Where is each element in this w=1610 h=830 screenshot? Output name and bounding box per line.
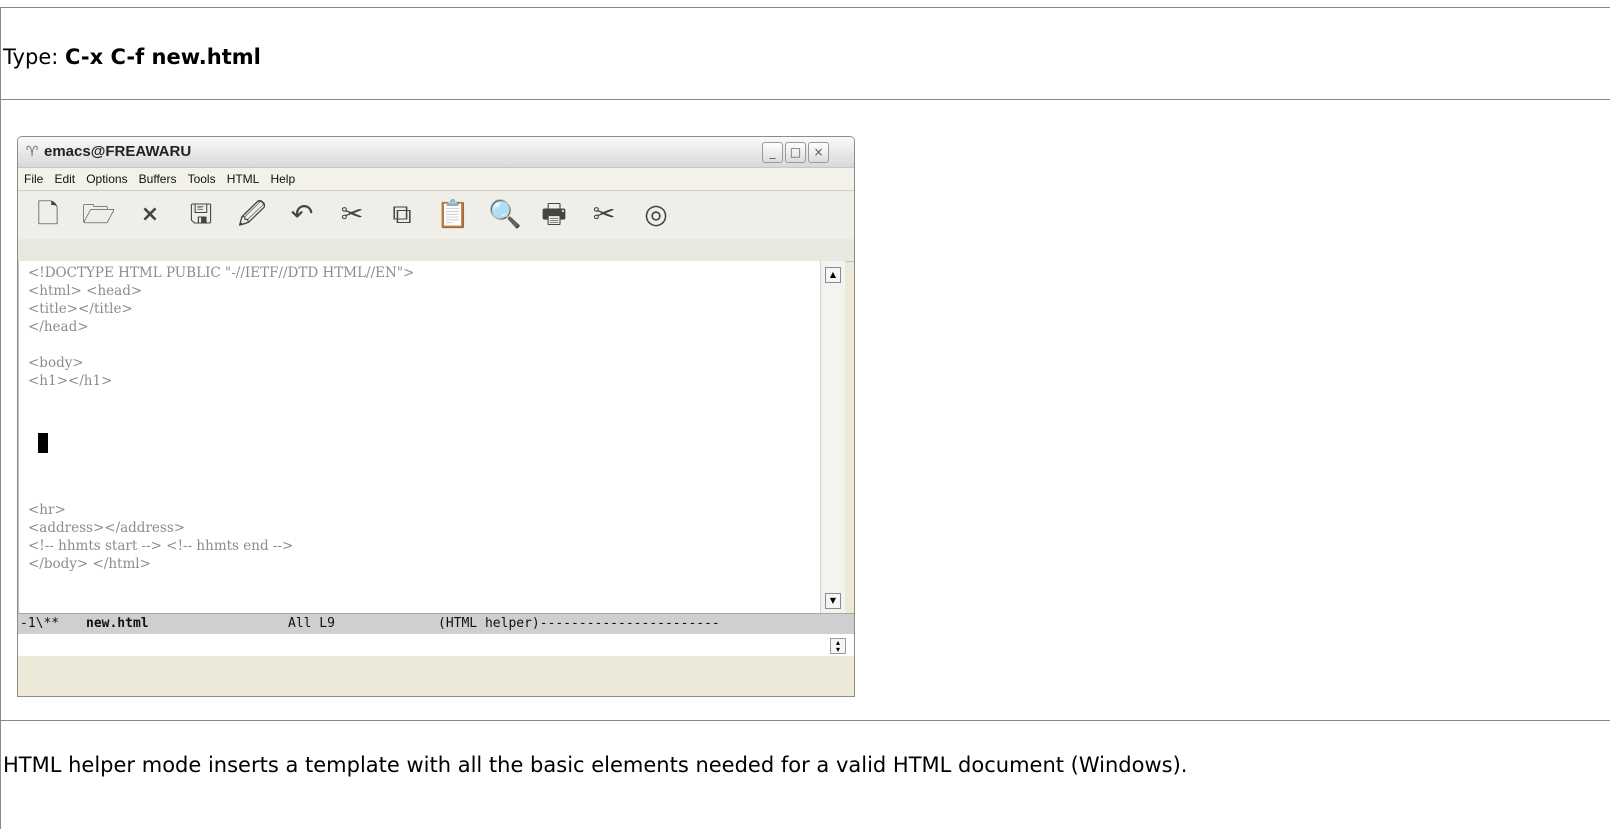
close-buffer-icon[interactable]: × bbox=[134, 199, 166, 231]
maximize-button[interactable]: □ bbox=[785, 142, 806, 163]
code-line: <body> bbox=[28, 355, 84, 371]
window-title: emacs@FREAWARU bbox=[44, 143, 192, 160]
paste-icon[interactable]: 📋 bbox=[436, 199, 470, 231]
title-bar[interactable]: ♈ emacs@FREAWARU _ □ × bbox=[18, 137, 854, 168]
help-icon[interactable]: ◎ bbox=[640, 199, 672, 231]
code-line: <h1></h1> bbox=[28, 373, 113, 389]
code-line: <address></address> bbox=[28, 520, 186, 536]
emacs-app-icon: ♈ bbox=[25, 144, 39, 160]
instruction-keys: C-x C-f new.html bbox=[65, 45, 261, 69]
menu-help[interactable]: Help bbox=[270, 168, 295, 190]
code-line: <html> <head> bbox=[28, 283, 143, 299]
code-line: <!DOCTYPE HTML PUBLIC "-//IETF//DTD HTML… bbox=[28, 265, 415, 281]
modeline-mode: (HTML helper)----------------------- bbox=[438, 616, 720, 631]
screenshot-row: ♈ emacs@FREAWARU _ □ × File Edit Options… bbox=[1, 100, 1610, 721]
modeline-position: All L9 bbox=[288, 616, 335, 631]
scroll-down-arrow-icon[interactable]: ▼ bbox=[825, 593, 841, 609]
instruction-text: Type: C-x C-f new.html bbox=[3, 44, 261, 70]
close-button[interactable]: × bbox=[808, 142, 829, 163]
menu-file[interactable]: File bbox=[24, 168, 43, 190]
cut-icon[interactable]: ✂ bbox=[336, 199, 368, 231]
caption-text: HTML helper mode inserts a template with… bbox=[3, 753, 1188, 777]
save-as-icon[interactable]: 🖉 bbox=[236, 199, 268, 231]
menu-tools[interactable]: Tools bbox=[188, 168, 216, 190]
code-line: <title></title> bbox=[28, 301, 133, 317]
preferences-icon[interactable]: ✂ bbox=[588, 199, 620, 231]
instruction-row: Type: C-x C-f new.html bbox=[1, 8, 1610, 100]
toolbar-separator bbox=[18, 239, 854, 262]
menu-edit[interactable]: Edit bbox=[54, 168, 75, 190]
instruction-prefix: Type: bbox=[3, 45, 65, 69]
scroll-up-arrow-icon[interactable]: ▲ bbox=[825, 267, 841, 283]
editor-buffer[interactable]: <!DOCTYPE HTML PUBLIC "-//IETF//DTD HTML… bbox=[18, 261, 821, 613]
save-icon[interactable]: 🖫 bbox=[185, 199, 217, 231]
code-line: </head> bbox=[28, 319, 89, 335]
menu-html[interactable]: HTML bbox=[227, 168, 260, 190]
menu-buffers[interactable]: Buffers bbox=[139, 168, 177, 190]
menu-options[interactable]: Options bbox=[86, 168, 127, 190]
caption-row: HTML helper mode inserts a template with… bbox=[1, 721, 1610, 830]
modeline-buffer-name: new.html bbox=[86, 616, 149, 631]
undo-icon[interactable]: ↶ bbox=[286, 199, 318, 231]
tool-bar: 🗋 🗁 × 🖫 🖉 ↶ ✂ ⧉ 📋 🔍 🖶 ✂ ◎ bbox=[18, 191, 854, 239]
code-line: <!-- hhmts start --> <!-- hhmts end --> bbox=[28, 538, 294, 554]
modeline-status: -1\** bbox=[20, 616, 60, 631]
menu-bar: File Edit Options Buffers Tools HTML Hel… bbox=[18, 168, 854, 191]
open-folder-icon[interactable]: 🗁 bbox=[82, 199, 115, 231]
code-line: </body> </html> bbox=[28, 556, 151, 572]
minimize-button[interactable]: _ bbox=[762, 142, 783, 163]
search-icon[interactable]: 🔍 bbox=[488, 199, 522, 231]
minibuffer[interactable]: ▴ ▾ bbox=[18, 634, 854, 656]
new-file-icon[interactable]: 🗋 bbox=[32, 199, 64, 231]
minibuffer-scroll-icon[interactable]: ▴ ▾ bbox=[830, 638, 846, 654]
emacs-window: ♈ emacs@FREAWARU _ □ × File Edit Options… bbox=[17, 136, 855, 697]
figure-table: Type: C-x C-f new.html ♈ emacs@FREAWARU … bbox=[0, 7, 1610, 829]
print-icon[interactable]: 🖶 bbox=[538, 199, 570, 231]
code-line: <hr> bbox=[28, 502, 66, 518]
mode-line: -1\** new.html All L9 (HTML helper)-----… bbox=[18, 613, 854, 635]
text-cursor bbox=[38, 433, 48, 453]
copy-icon[interactable]: ⧉ bbox=[386, 199, 418, 231]
vertical-scrollbar[interactable]: ▲ ▼ bbox=[820, 261, 845, 613]
